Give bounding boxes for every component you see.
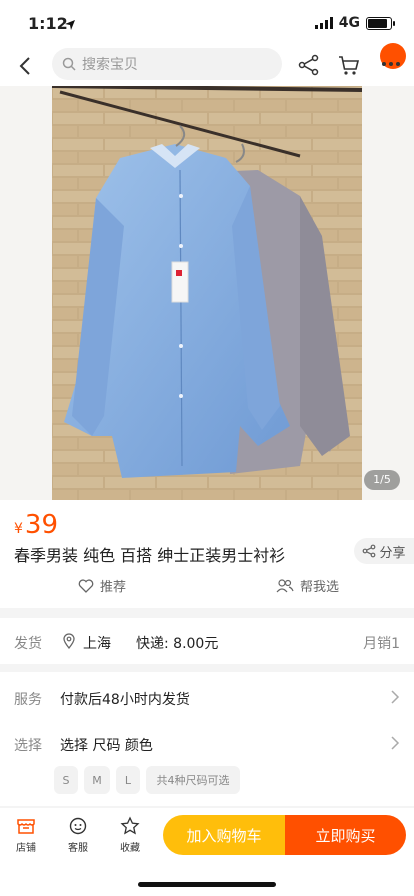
share-icon: [363, 544, 376, 558]
customer-service-label: 客服: [68, 843, 88, 854]
shop-button[interactable]: 店铺: [6, 816, 46, 854]
search-icon: [62, 57, 76, 71]
recommend-button[interactable]: 推荐: [78, 576, 126, 595]
cart-icon[interactable]: [336, 52, 362, 78]
image-counter: 1/5: [364, 470, 400, 490]
select-label: 选择: [14, 738, 42, 754]
back-icon[interactable]: [14, 54, 38, 78]
shipping-location: 上海: [83, 636, 111, 652]
favorite-button[interactable]: 收藏: [110, 816, 150, 854]
help-choose-button[interactable]: 帮我选: [276, 576, 339, 595]
shipping-express: 快递: 8.00元: [136, 636, 219, 652]
favorite-label: 收藏: [120, 843, 140, 854]
shipping-label: 发货: [14, 636, 42, 652]
status-bar: 1:12 4G: [0, 0, 414, 46]
location-arrow-icon: [64, 16, 76, 35]
heart-icon: [78, 578, 94, 593]
action-row: 推荐 帮我选: [0, 574, 414, 598]
size-chip-s[interactable]: S: [54, 766, 78, 794]
battery-icon: [366, 16, 395, 30]
currency-symbol: ¥: [14, 521, 23, 537]
price: ¥ 39: [14, 510, 58, 540]
chevron-right-icon: [391, 690, 400, 704]
product-image[interactable]: [0, 86, 414, 500]
signal-icon: [314, 17, 333, 29]
home-indicator[interactable]: [138, 882, 276, 887]
shop-icon: [17, 819, 35, 834]
share-button[interactable]: 分享: [354, 538, 414, 564]
search-placeholder: 搜索宝贝: [82, 57, 138, 73]
customer-service-button[interactable]: 客服: [58, 816, 98, 854]
chevron-right-icon: [391, 736, 400, 750]
size-count-chip[interactable]: 共4种尺码可选: [146, 766, 240, 794]
top-navbar: 搜索宝贝: [0, 43, 414, 86]
select-text: 选择 尺码 颜色: [60, 738, 153, 754]
share-label: 分享: [379, 545, 406, 561]
more-icon[interactable]: [382, 62, 400, 66]
shop-label: 店铺: [16, 843, 36, 854]
status-time: 1:12: [28, 14, 68, 33]
chat-icon: [69, 817, 87, 835]
search-input[interactable]: 搜索宝贝: [52, 48, 282, 80]
add-to-cart-button[interactable]: 加入购物车: [163, 815, 285, 855]
service-label: 服务: [14, 692, 42, 708]
location-icon: [63, 633, 75, 649]
share-icon[interactable]: [296, 52, 322, 78]
buy-now-button[interactable]: 立即购买: [285, 815, 406, 855]
size-chip-l[interactable]: L: [116, 766, 140, 794]
service-text: 付款后48小时内发货: [60, 692, 190, 708]
shirt-photo: [0, 86, 414, 500]
recommend-label: 推荐: [100, 580, 127, 595]
monthly-sales: 月销1: [363, 636, 400, 652]
help-label: 帮我选: [300, 580, 340, 595]
network-type: 4G: [338, 15, 360, 31]
size-chip-m[interactable]: M: [84, 766, 110, 794]
product-title: 春季男装 纯色 百搭 绅士正装男士衬衫: [14, 546, 286, 565]
price-value: 39: [24, 510, 59, 540]
people-icon: [276, 578, 294, 592]
star-icon: [120, 816, 140, 835]
